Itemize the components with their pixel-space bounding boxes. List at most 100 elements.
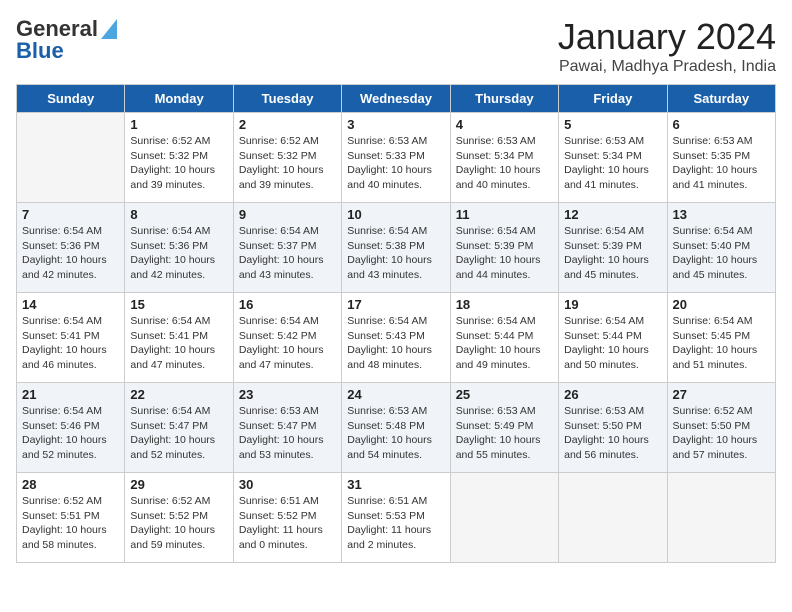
day-info: Sunrise: 6:52 AM Sunset: 5:32 PM Dayligh… xyxy=(239,134,336,193)
calendar-day-cell: 28Sunrise: 6:52 AM Sunset: 5:51 PM Dayli… xyxy=(17,473,125,563)
calendar-day-cell: 4 Sunrise: 6:53 AM Sunset: 5:34 PM Daylig… xyxy=(450,113,558,203)
day-info: Sunrise: 6:54 AM Sunset: 5:38 PM Dayligh… xyxy=(347,224,444,283)
calendar-day-cell: 5Sunrise: 6:53 AM Sunset: 5:34 PM Daylig… xyxy=(559,113,667,203)
calendar-day-cell: 22 Sunrise: 6:54 AM Sunset: 5:47 PM Dayli… xyxy=(125,383,233,473)
day-number: 12 xyxy=(564,207,661,222)
day-number: 23 xyxy=(239,387,336,402)
day-info: Sunrise: 6:52 AM Sunset: 5:32 PM Dayligh… xyxy=(130,134,227,193)
day-info: Sunrise: 6:54 AM Sunset: 5:39 PM Dayligh… xyxy=(456,224,553,283)
day-info: Sunrise: 6:54 AM Sunset: 5:45 PM Dayligh… xyxy=(673,314,770,373)
day-number: 11 xyxy=(456,207,553,222)
calendar-day-cell: 3 Sunrise: 6:53 AM Sunset: 5:33 PM Daylig… xyxy=(342,113,450,203)
weekday-header-sunday: Sunday xyxy=(17,85,125,113)
day-info: Sunrise: 6:53 AM Sunset: 5:50 PM Dayligh… xyxy=(564,404,661,463)
month-title: January 2024 xyxy=(558,16,776,58)
calendar-day-cell: 13 Sunrise: 6:54 AM Sunset: 5:40 PM Dayli… xyxy=(667,203,775,293)
calendar-day-cell: 11 Sunrise: 6:54 AM Sunset: 5:39 PM Dayli… xyxy=(450,203,558,293)
day-number: 6 xyxy=(673,117,770,132)
day-info: Sunrise: 6:54 AM Sunset: 5:44 PM Dayligh… xyxy=(456,314,553,373)
calendar-day-cell: 23Sunrise: 6:53 AM Sunset: 5:47 PM Dayli… xyxy=(233,383,341,473)
calendar-week-row: 7 Sunrise: 6:54 AM Sunset: 5:36 PM Daylig… xyxy=(17,203,776,293)
day-number: 3 xyxy=(347,117,444,132)
day-info: Sunrise: 6:54 AM Sunset: 5:39 PM Dayligh… xyxy=(564,224,661,283)
day-info: Sunrise: 6:54 AM Sunset: 5:36 PM Dayligh… xyxy=(130,224,227,283)
day-number: 15 xyxy=(130,297,227,312)
calendar-day-cell xyxy=(17,113,125,203)
logo: General Blue xyxy=(16,16,117,64)
day-info: Sunrise: 6:54 AM Sunset: 5:44 PM Dayligh… xyxy=(564,314,661,373)
day-number: 21 xyxy=(22,387,119,402)
day-number: 24 xyxy=(347,387,444,402)
calendar-day-cell: 7 Sunrise: 6:54 AM Sunset: 5:36 PM Daylig… xyxy=(17,203,125,293)
calendar-day-cell: 31Sunrise: 6:51 AM Sunset: 5:53 PM Dayli… xyxy=(342,473,450,563)
day-number: 17 xyxy=(347,297,444,312)
weekday-header-friday: Friday xyxy=(559,85,667,113)
calendar-day-cell: 19 Sunrise: 6:54 AM Sunset: 5:44 PM Dayli… xyxy=(559,293,667,383)
day-info: Sunrise: 6:52 AM Sunset: 5:50 PM Dayligh… xyxy=(673,404,770,463)
day-info: Sunrise: 6:54 AM Sunset: 5:42 PM Dayligh… xyxy=(239,314,336,373)
day-number: 1 xyxy=(130,117,227,132)
day-number: 7 xyxy=(22,207,119,222)
calendar-day-cell: 21Sunrise: 6:54 AM Sunset: 5:46 PM Dayli… xyxy=(17,383,125,473)
day-info: Sunrise: 6:53 AM Sunset: 5:49 PM Dayligh… xyxy=(456,404,553,463)
calendar-day-cell xyxy=(667,473,775,563)
day-number: 25 xyxy=(456,387,553,402)
calendar-body: 1 Sunrise: 6:52 AM Sunset: 5:32 PM Daylig… xyxy=(17,113,776,563)
calendar-day-cell: 10Sunrise: 6:54 AM Sunset: 5:38 PM Dayli… xyxy=(342,203,450,293)
day-number: 20 xyxy=(673,297,770,312)
day-number: 27 xyxy=(673,387,770,402)
day-number: 29 xyxy=(130,477,227,492)
weekday-header-saturday: Saturday xyxy=(667,85,775,113)
day-info: Sunrise: 6:53 AM Sunset: 5:48 PM Dayligh… xyxy=(347,404,444,463)
day-info: Sunrise: 6:53 AM Sunset: 5:34 PM Dayligh… xyxy=(456,134,553,193)
logo-triangle-icon xyxy=(101,19,117,44)
weekday-header-wednesday: Wednesday xyxy=(342,85,450,113)
calendar-day-cell: 6 Sunrise: 6:53 AM Sunset: 5:35 PM Daylig… xyxy=(667,113,775,203)
day-info: Sunrise: 6:54 AM Sunset: 5:47 PM Dayligh… xyxy=(130,404,227,463)
calendar-day-cell: 2 Sunrise: 6:52 AM Sunset: 5:32 PM Daylig… xyxy=(233,113,341,203)
day-info: Sunrise: 6:51 AM Sunset: 5:52 PM Dayligh… xyxy=(239,494,336,553)
day-number: 18 xyxy=(456,297,553,312)
title-block: January 2024 Pawai, Madhya Pradesh, Indi… xyxy=(558,16,776,76)
weekday-header-monday: Monday xyxy=(125,85,233,113)
weekday-header-thursday: Thursday xyxy=(450,85,558,113)
day-number: 26 xyxy=(564,387,661,402)
calendar-day-cell: 29Sunrise: 6:52 AM Sunset: 5:52 PM Dayli… xyxy=(125,473,233,563)
day-number: 28 xyxy=(22,477,119,492)
weekday-header-tuesday: Tuesday xyxy=(233,85,341,113)
calendar-day-cell: 25 Sunrise: 6:53 AM Sunset: 5:49 PM Dayli… xyxy=(450,383,558,473)
day-number: 4 xyxy=(456,117,553,132)
day-info: Sunrise: 6:53 AM Sunset: 5:33 PM Dayligh… xyxy=(347,134,444,193)
day-info: Sunrise: 6:53 AM Sunset: 5:35 PM Dayligh… xyxy=(673,134,770,193)
location: Pawai, Madhya Pradesh, India xyxy=(558,58,776,76)
calendar-week-row: 14 Sunrise: 6:54 AM Sunset: 5:41 PM Dayli… xyxy=(17,293,776,383)
calendar-day-cell: 9 Sunrise: 6:54 AM Sunset: 5:37 PM Daylig… xyxy=(233,203,341,293)
day-number: 30 xyxy=(239,477,336,492)
calendar-day-cell: 17 Sunrise: 6:54 AM Sunset: 5:43 PM Dayli… xyxy=(342,293,450,383)
day-number: 14 xyxy=(22,297,119,312)
day-info: Sunrise: 6:54 AM Sunset: 5:37 PM Dayligh… xyxy=(239,224,336,283)
calendar-week-row: 1 Sunrise: 6:52 AM Sunset: 5:32 PM Daylig… xyxy=(17,113,776,203)
page-header: General Blue January 2024 Pawai, Madhya … xyxy=(16,16,776,76)
calendar-day-cell: 8Sunrise: 6:54 AM Sunset: 5:36 PM Daylig… xyxy=(125,203,233,293)
calendar-day-cell: 12 Sunrise: 6:54 AM Sunset: 5:39 PM Dayli… xyxy=(559,203,667,293)
day-number: 19 xyxy=(564,297,661,312)
calendar-day-cell xyxy=(450,473,558,563)
calendar-day-cell: 14 Sunrise: 6:54 AM Sunset: 5:41 PM Dayli… xyxy=(17,293,125,383)
day-number: 22 xyxy=(130,387,227,402)
day-info: Sunrise: 6:51 AM Sunset: 5:53 PM Dayligh… xyxy=(347,494,444,553)
calendar-day-cell: 26 Sunrise: 6:53 AM Sunset: 5:50 PM Dayli… xyxy=(559,383,667,473)
calendar-day-cell: 15 Sunrise: 6:54 AM Sunset: 5:41 PM Dayli… xyxy=(125,293,233,383)
day-info: Sunrise: 6:54 AM Sunset: 5:40 PM Dayligh… xyxy=(673,224,770,283)
logo-text-blue: Blue xyxy=(16,38,64,64)
day-number: 9 xyxy=(239,207,336,222)
day-info: Sunrise: 6:54 AM Sunset: 5:43 PM Dayligh… xyxy=(347,314,444,373)
calendar-header-row: SundayMondayTuesdayWednesdayThursdayFrid… xyxy=(17,85,776,113)
day-info: Sunrise: 6:54 AM Sunset: 5:41 PM Dayligh… xyxy=(130,314,227,373)
day-info: Sunrise: 6:54 AM Sunset: 5:36 PM Dayligh… xyxy=(22,224,119,283)
calendar-week-row: 21Sunrise: 6:54 AM Sunset: 5:46 PM Dayli… xyxy=(17,383,776,473)
day-number: 2 xyxy=(239,117,336,132)
day-info: Sunrise: 6:54 AM Sunset: 5:41 PM Dayligh… xyxy=(22,314,119,373)
calendar-day-cell xyxy=(559,473,667,563)
day-number: 13 xyxy=(673,207,770,222)
